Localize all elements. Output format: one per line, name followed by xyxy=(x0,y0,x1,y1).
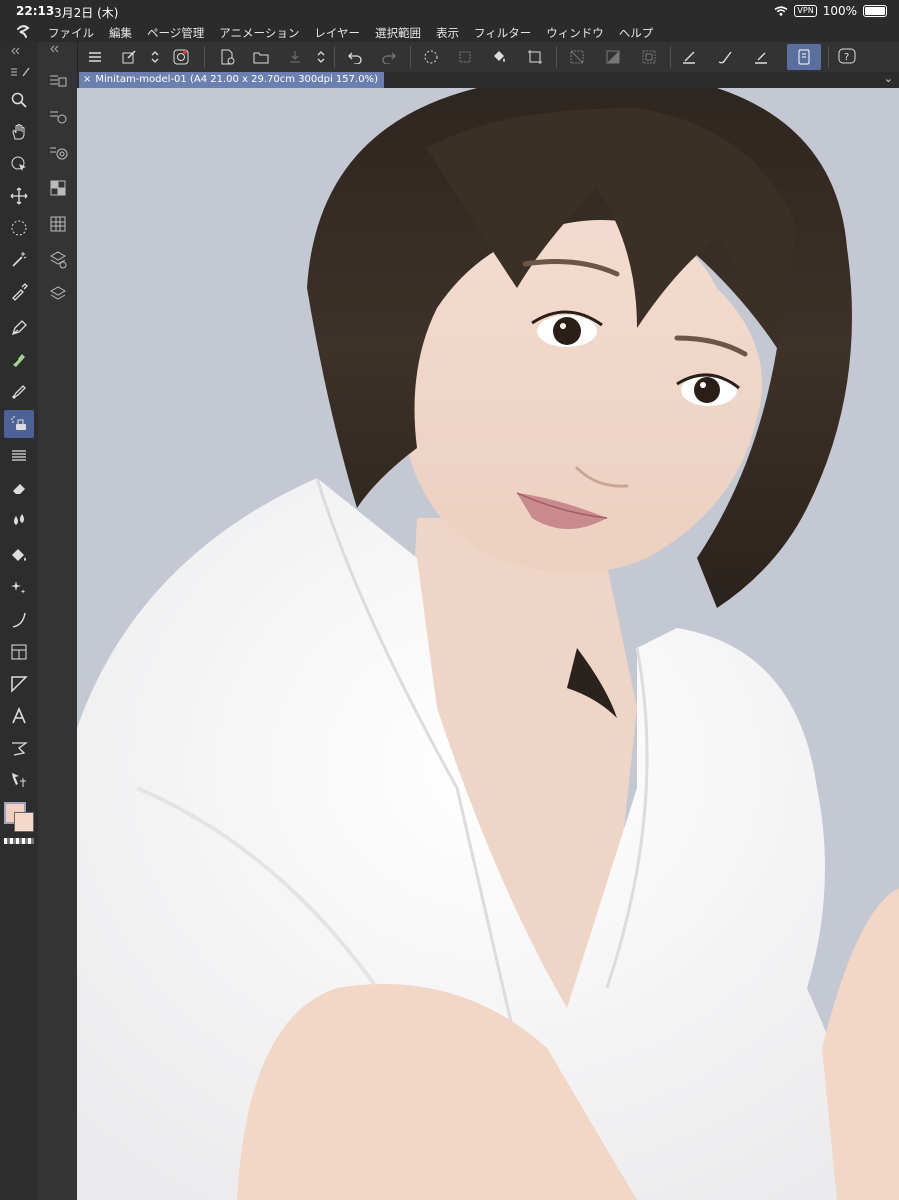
fill-tool-icon[interactable] xyxy=(4,542,34,570)
save-icon[interactable] xyxy=(284,46,306,68)
tool-panel-menu-icon[interactable] xyxy=(4,64,34,80)
close-tab-icon[interactable]: × xyxy=(83,74,91,85)
brush-tool-icon[interactable] xyxy=(4,378,34,406)
correct-line-icon[interactable] xyxy=(4,766,34,794)
blend-tool-icon[interactable] xyxy=(4,506,34,534)
move-layer-icon[interactable] xyxy=(4,182,34,210)
menu-filter[interactable]: フィルター xyxy=(474,25,531,41)
pencil-tool-icon[interactable] xyxy=(4,346,34,374)
subtool-material-icon[interactable] xyxy=(46,248,70,272)
decoration-tool-icon[interactable] xyxy=(4,442,34,470)
auto-select-icon[interactable] xyxy=(4,246,34,274)
selection-tool-icon[interactable] xyxy=(4,214,34,242)
menu-edit[interactable]: 編集 xyxy=(109,25,132,41)
fill-icon[interactable] xyxy=(488,46,510,68)
chevron-up-down-icon[interactable] xyxy=(310,46,332,68)
menu-page-management[interactable]: ページ管理 xyxy=(147,25,204,41)
operation-tool-icon[interactable] xyxy=(4,150,34,178)
sub-color-swatch[interactable] xyxy=(14,812,34,832)
deselect-icon[interactable] xyxy=(566,46,588,68)
hand-tool-icon[interactable] xyxy=(4,118,34,146)
collapse-subpanel-icon[interactable] xyxy=(46,42,70,56)
zoom-tool-icon[interactable] xyxy=(4,86,34,114)
device-mode-icon[interactable] xyxy=(787,44,821,70)
subtool-airbrush-soft-icon[interactable] xyxy=(46,68,70,92)
chevron-down-icon[interactable]: ⌄ xyxy=(884,72,893,85)
document-tab[interactable]: × Minitam-model-01 (A4 21.00 x 29.70cm 30… xyxy=(79,72,384,88)
pen-pressure-icon[interactable] xyxy=(750,46,772,68)
brush-stabilize-icon[interactable] xyxy=(714,46,736,68)
crop-icon[interactable] xyxy=(524,46,546,68)
transform-icon[interactable] xyxy=(420,46,442,68)
battery-percentage: 100% xyxy=(822,4,857,18)
hamburger-menu-icon[interactable] xyxy=(84,46,106,68)
subtool-texture-icon[interactable] xyxy=(46,176,70,200)
frame-border-icon[interactable] xyxy=(4,638,34,666)
clear-icon[interactable] xyxy=(454,46,476,68)
menu-help[interactable]: ヘルプ xyxy=(619,25,654,41)
eyedropper-icon[interactable] xyxy=(4,278,34,306)
collapse-panel-icon[interactable] xyxy=(4,44,34,58)
sub-tool-panel xyxy=(38,42,78,1200)
document-title: Minitam-model-01 (A4 21.00 x 29.70cm 300… xyxy=(95,74,378,85)
open-folder-icon[interactable] xyxy=(250,46,272,68)
subtool-airbrush-hard-icon[interactable] xyxy=(46,104,70,128)
edit-cursor-icon[interactable] xyxy=(118,46,140,68)
menu-view[interactable]: 表示 xyxy=(436,25,459,41)
menu-layer[interactable]: レイヤー xyxy=(314,25,360,41)
menu-file[interactable]: ファイル xyxy=(48,25,94,41)
ruler-tool-icon[interactable] xyxy=(4,670,34,698)
canvas-tab-bar: × Minitam-model-01 (A4 21.00 x 29.70cm 30… xyxy=(77,72,899,88)
menu-list: ファイル 編集 ページ管理 アニメーション レイヤー 選択範囲 表示 フィルター… xyxy=(48,25,653,41)
pen-tool-icon[interactable] xyxy=(4,314,34,342)
canvas-area[interactable] xyxy=(77,88,899,1200)
menu-bar: ファイル 編集 ページ管理 アニメーション レイヤー 選択範囲 表示 フィルター… xyxy=(0,22,899,42)
balloon-tool-icon[interactable] xyxy=(4,734,34,762)
eraser-tool-icon[interactable] xyxy=(4,474,34,502)
undo-icon[interactable] xyxy=(344,46,366,68)
chevron-up-down-icon[interactable] xyxy=(144,46,166,68)
expand-selection-icon[interactable] xyxy=(638,46,660,68)
redo-icon[interactable] xyxy=(378,46,400,68)
app-logo-icon[interactable] xyxy=(14,23,32,41)
menu-animation[interactable]: アニメーション xyxy=(219,25,299,41)
record-icon[interactable] xyxy=(170,46,192,68)
text-tool-icon[interactable] xyxy=(4,702,34,730)
figure-tool-icon[interactable] xyxy=(4,606,34,634)
menu-window[interactable]: ウィンドウ xyxy=(546,25,604,41)
status-time: 22:13 xyxy=(16,4,55,18)
subtool-spray-icon[interactable] xyxy=(46,140,70,164)
subtool-layers-icon[interactable] xyxy=(46,282,70,306)
menu-selection[interactable]: 選択範囲 xyxy=(375,25,421,41)
vpn-badge: VPN xyxy=(794,5,817,17)
new-file-icon[interactable] xyxy=(216,46,238,68)
tool-panel xyxy=(0,42,39,1200)
battery-icon xyxy=(863,5,887,17)
airbrush-tool-icon[interactable] xyxy=(4,410,34,438)
svg-text:?: ? xyxy=(844,52,849,63)
pen-ruler-icon[interactable] xyxy=(678,46,700,68)
status-right: VPN 100% xyxy=(774,4,887,18)
status-date: 3月2日 (木) xyxy=(54,6,119,20)
gradient-tool-icon[interactable] xyxy=(4,574,34,602)
transparent-color-swatch[interactable] xyxy=(4,838,34,844)
wifi-icon xyxy=(774,6,788,16)
status-bar: 22:13 3月2日 (木) VPN 100% xyxy=(0,0,899,22)
artwork-illustration xyxy=(77,88,899,1200)
command-bar: ? xyxy=(0,42,899,73)
subtool-tone-icon[interactable] xyxy=(46,212,70,236)
help-icon[interactable]: ? xyxy=(836,46,858,68)
invert-selection-icon[interactable] xyxy=(602,46,624,68)
